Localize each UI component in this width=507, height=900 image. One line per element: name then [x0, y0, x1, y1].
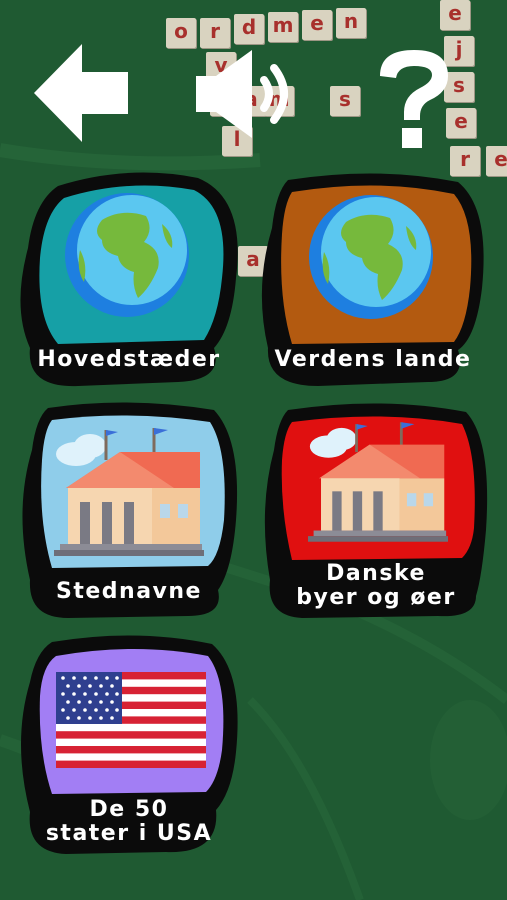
- building-icon: [308, 422, 448, 542]
- letter-tile: e: [486, 146, 507, 176]
- category-label: Verdens lande: [274, 347, 472, 372]
- category-card-danske-byer-og-oer[interactable]: Danske byer og øer: [262, 400, 490, 622]
- globe-icon: [65, 193, 189, 317]
- letter-tile: m: [268, 12, 298, 42]
- back-arrow-icon: [34, 44, 128, 142]
- question-mark-icon: [380, 50, 448, 148]
- building-icon: [54, 428, 204, 556]
- letter-tile: e: [302, 10, 332, 40]
- category-label: Stednavne: [56, 579, 202, 604]
- category-card-verdens-lande[interactable]: Verdens lande: [258, 168, 488, 388]
- category-label: De 50 stater i USA: [45, 797, 213, 846]
- letter-tile: d: [234, 14, 264, 44]
- speaker-icon: [196, 50, 288, 138]
- category-card-hovedstaeder[interactable]: Hovedstæder: [18, 168, 240, 388]
- category-label: Danske byer og øer: [296, 561, 456, 610]
- category-label: Hovedstæder: [37, 347, 221, 372]
- globe-icon: [309, 195, 433, 319]
- sound-toggle-button[interactable]: [192, 48, 304, 140]
- category-card-stednavne[interactable]: Stednavne: [18, 400, 240, 622]
- category-card-usa-stater[interactable]: De 50 stater i USA: [16, 632, 242, 856]
- letter-tile: n: [336, 8, 366, 38]
- letter-tile: e: [440, 0, 470, 30]
- letter-tile: r: [200, 18, 230, 48]
- letter-tile: o: [166, 18, 196, 48]
- back-button[interactable]: [34, 44, 130, 142]
- letter-tile: s: [330, 86, 360, 116]
- help-button[interactable]: [372, 44, 456, 152]
- us-flag-icon: [56, 672, 206, 768]
